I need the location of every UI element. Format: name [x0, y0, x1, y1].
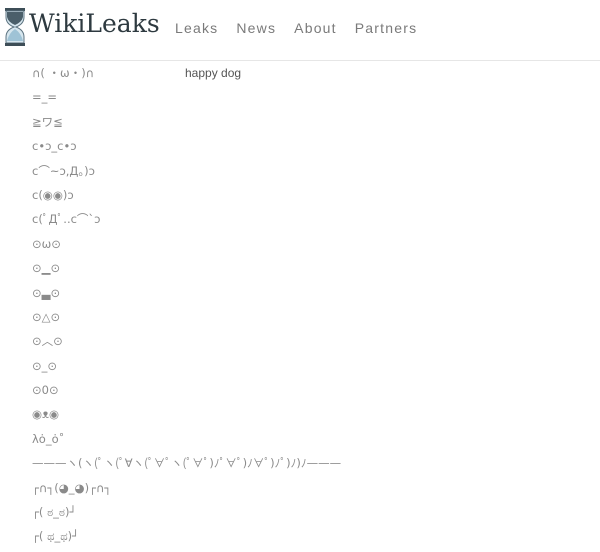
- main-nav: Leaks News About Partners: [175, 20, 435, 36]
- emoticon-face: ⊙▁⊙: [32, 261, 61, 276]
- emoticon-face: ———ヽ(ヽ(ﾟヽ(ﾟ∀ヽ(ﾟ∀ﾟヽ(ﾟ∀ﾟ)ﾉﾟ∀ﾟ)ﾉ∀ﾟ)ﾉﾟ)ﾉ)ﾉ——…: [32, 456, 342, 471]
- emoticon-row: ⊙ω⊙: [32, 235, 592, 259]
- brand-name[interactable]: WikiLeaks: [29, 9, 160, 38]
- emoticon-face: ⊙0⊙: [32, 383, 59, 398]
- emoticon-row: ∩( ・ω・)∩ happy dog: [32, 64, 592, 88]
- emoticon-row: =_=: [32, 88, 592, 112]
- emoticon-face: ◉ᴥ◉: [32, 407, 60, 422]
- emoticon-row: c(ﾟДﾟ..c⌒ˋɔ: [32, 210, 592, 234]
- emoticon-face: ┌( ಥ_ಥ)┘: [32, 529, 80, 544]
- nav-news[interactable]: News: [236, 20, 276, 36]
- emoticon-description: happy dog: [185, 66, 242, 80]
- emoticon-row: ⊙▁⊙: [32, 259, 592, 283]
- site-header: WikiLeaks Leaks News About Partners: [0, 0, 600, 61]
- emoticon-face: c⌒~ɔ,Д。)ɔ: [32, 163, 95, 178]
- emoticon-face: ⊙△⊙: [32, 309, 61, 324]
- emoticon-face: ⊙_⊙: [32, 358, 58, 373]
- emoticon-row: ⊙0⊙: [32, 381, 592, 405]
- emoticon-face: ┌∩┐(◕_◕)┌∩┐: [32, 480, 112, 495]
- emoticon-row: ┌∩┐(◕_◕)┌∩┐: [32, 479, 592, 503]
- emoticon-face: ⊙ω⊙: [32, 236, 61, 251]
- emoticon-row: ┌( ಥ_ಥ)┘: [32, 527, 592, 551]
- emoticon-row: λȯ_ȯ˚: [32, 430, 592, 454]
- emoticon-row: ⊙△⊙: [32, 308, 592, 332]
- nav-leaks[interactable]: Leaks: [175, 20, 218, 36]
- emoticon-row: ┌( ಠ_ಠ)┘: [32, 503, 592, 527]
- emoticon-row: c⌒~ɔ,Д。)ɔ: [32, 162, 592, 186]
- emoticon-row: c(◉◉)ɔ: [32, 186, 592, 210]
- emoticon-face: =_=: [32, 90, 58, 105]
- emoticon-face: ≧ワ≦: [32, 114, 63, 129]
- emoticon-face: c(ﾟДﾟ..c⌒ˋɔ: [32, 212, 101, 227]
- emoticon-row: ◉ᴥ◉: [32, 405, 592, 429]
- emoticon-face: c(◉◉)ɔ: [32, 187, 74, 202]
- emoticon-face: c•ɔ_c•ɔ: [32, 139, 77, 154]
- emoticon-face: λȯ_ȯ˚: [32, 431, 65, 446]
- emoticon-face: ⊙︿⊙: [32, 334, 63, 349]
- emoticon-face: ⊙▃⊙: [32, 285, 61, 300]
- emoticon-face: ∩( ・ω・)∩: [32, 66, 95, 80]
- emoticon-row: ⊙︿⊙: [32, 332, 592, 356]
- emoticon-row: c•ɔ_c•ɔ: [32, 137, 592, 161]
- nav-about[interactable]: About: [294, 20, 337, 36]
- nav-partners[interactable]: Partners: [355, 20, 418, 36]
- emoticon-row: ⊙_⊙: [32, 357, 592, 381]
- emoticon-row: ———ヽ(ヽ(ﾟヽ(ﾟ∀ヽ(ﾟ∀ﾟヽ(ﾟ∀ﾟ)ﾉﾟ∀ﾟ)ﾉ∀ﾟ)ﾉﾟ)ﾉ)ﾉ——…: [32, 454, 592, 478]
- emoticon-row: ≧ワ≦: [32, 113, 592, 137]
- emoticon-row: ⊙▃⊙: [32, 284, 592, 308]
- emoticon-face: ┌( ಠ_ಠ)┘: [32, 505, 77, 520]
- hourglass-icon[interactable]: [4, 7, 26, 47]
- emoticon-list: ∩( ・ω・)∩ happy dog =_= ≧ワ≦ c•ɔ_c•ɔ c⌒~ɔ,Д。)ɔ c…: [32, 64, 592, 552]
